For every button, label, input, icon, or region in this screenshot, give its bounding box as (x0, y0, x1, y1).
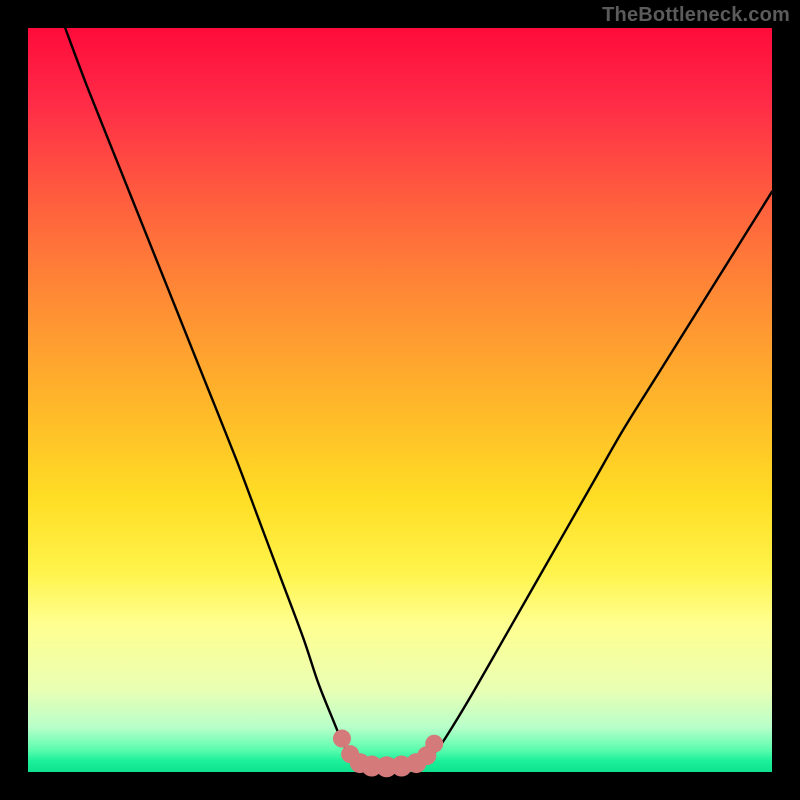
chart-svg (28, 28, 772, 772)
watermark-text: TheBottleneck.com (602, 4, 790, 27)
bottleneck-curve (65, 28, 772, 768)
valley-marker-group (333, 730, 443, 778)
valley-marker (425, 735, 443, 753)
valley-marker (333, 730, 351, 748)
